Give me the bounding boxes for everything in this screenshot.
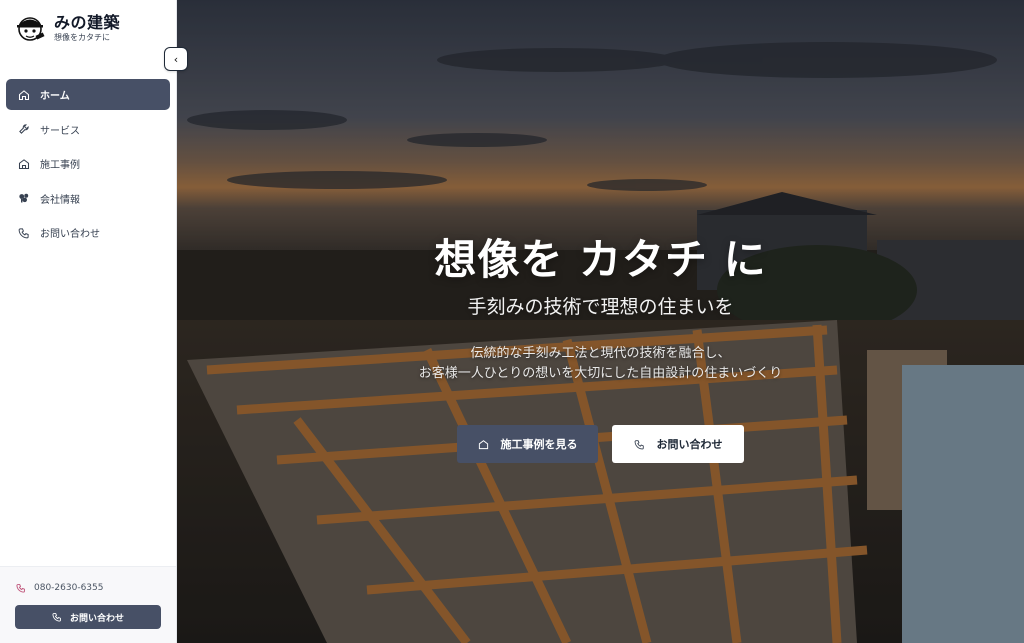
house-icon xyxy=(478,439,488,449)
hero-description-line: お客様一人ひとりの想いを大切にした自由設計の住まいづくり xyxy=(418,366,783,381)
sidebar-contact-button[interactable]: お問い合わせ xyxy=(15,605,161,629)
phone-number-row[interactable]: 080-2630-6355 xyxy=(16,583,103,593)
hero-buttons: 施工事例を見る お問い合わせ xyxy=(457,425,744,463)
brand-logo[interactable]: みの建築 想像をカタチに xyxy=(14,12,120,44)
phone-icon xyxy=(16,584,25,593)
phone-icon xyxy=(18,227,29,238)
sidebar-nav: ホーム サービス 施工事例 会社情報 お問い合わせ xyxy=(6,79,170,252)
chevron-left-icon: ‹ xyxy=(173,52,179,66)
logo-mascot-icon xyxy=(14,12,46,44)
view-works-label: 施工事例を見る xyxy=(500,438,578,451)
sidebar-collapse-button[interactable]: ‹ xyxy=(164,47,188,71)
phone-icon xyxy=(52,613,61,622)
contact-label: お問い合わせ xyxy=(656,438,723,451)
sidebar-item-label: お問い合わせ xyxy=(40,229,100,240)
sidebar-item-contact[interactable]: お問い合わせ xyxy=(6,217,170,248)
sidebar-item-services[interactable]: サービス xyxy=(6,114,170,145)
brand-name: みの建築 xyxy=(54,12,121,32)
wrench-icon xyxy=(19,124,29,134)
sidebar-footer: 080-2630-6355 お問い合わせ xyxy=(0,566,176,643)
sidebar-item-company[interactable]: 会社情報 xyxy=(6,183,170,214)
phone-number: 080-2630-6355 xyxy=(34,583,104,593)
sidebar: みの建築 想像をカタチに ホーム サービス 施工事例 会社情報 お問い合わせ 0… xyxy=(0,0,177,643)
house-icon xyxy=(18,158,30,169)
hero-description-line: 伝統的な手刻み工法と現代の技術を融合し、 xyxy=(470,346,731,361)
brand-tagline: 想像をカタチに xyxy=(54,32,110,42)
sidebar-item-label: サービス xyxy=(40,125,80,137)
hero-title: 想像を カタチ に xyxy=(434,235,767,284)
hero-section: 想像を カタチ に 手刻みの技術で理想の住まいを 伝統的な手刻み工法と現代の技術… xyxy=(177,0,1024,643)
sidebar-item-home[interactable]: ホーム xyxy=(6,79,170,110)
contact-button[interactable]: お問い合わせ xyxy=(612,425,744,463)
sidebar-item-works[interactable]: 施工事例 xyxy=(6,148,170,179)
sidebar-item-label: ホーム xyxy=(40,91,70,102)
home-icon xyxy=(18,89,30,100)
hero-subtitle: 手刻みの技術で理想の住まいを xyxy=(467,296,734,318)
sidebar-item-label: 施工事例 xyxy=(40,160,80,171)
sidebar-item-label: 会社情報 xyxy=(40,194,80,206)
building-icon xyxy=(19,193,29,203)
hero-content: 想像を カタチ に 手刻みの技術で理想の住まいを 伝統的な手刻み工法と現代の技術… xyxy=(177,0,1024,643)
view-works-button[interactable]: 施工事例を見る xyxy=(457,425,598,463)
phone-icon xyxy=(634,439,644,449)
hero-description: 伝統的な手刻み工法と現代の技術を融合し、 お客様一人ひとりの想いを大切にした自由… xyxy=(177,344,1024,384)
sidebar-contact-label: お問い合わせ xyxy=(69,613,124,624)
